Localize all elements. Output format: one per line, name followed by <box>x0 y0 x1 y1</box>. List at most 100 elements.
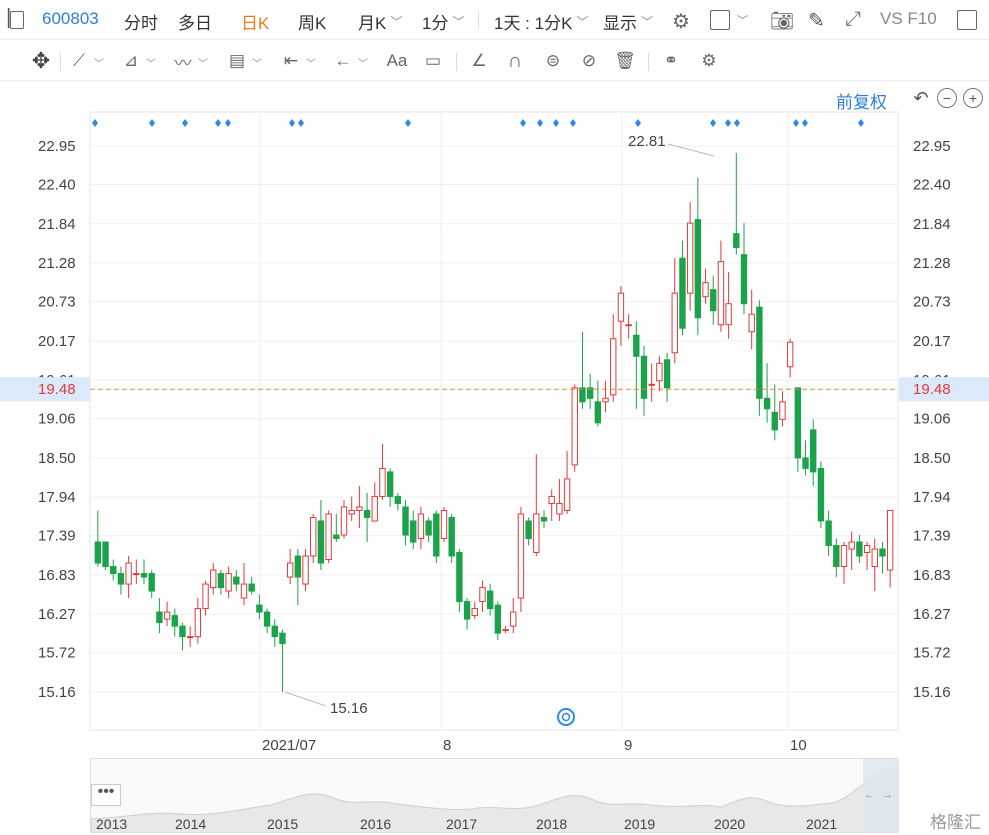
candle-body <box>710 289 717 312</box>
candle-body <box>486 590 494 610</box>
signal-marker <box>289 119 295 127</box>
more-menu-button[interactable]: ••• <box>91 784 121 806</box>
candle-body <box>517 513 525 599</box>
candle-body <box>602 397 609 403</box>
candle-body <box>610 338 617 396</box>
candle-body <box>756 306 763 399</box>
candle-body <box>463 601 471 620</box>
candle-body <box>125 562 132 585</box>
candle-body <box>325 513 332 561</box>
candle-body <box>694 219 702 319</box>
candle-body <box>779 401 786 420</box>
candle-body <box>556 502 563 515</box>
candle-body <box>425 520 432 536</box>
candle-body <box>825 520 832 547</box>
candle-body <box>579 387 586 403</box>
candle-body <box>333 534 340 540</box>
signal-marker <box>225 119 231 127</box>
price-tick-label: 15.72 <box>38 645 76 662</box>
candle-body <box>440 509 448 540</box>
candle-body <box>733 233 740 249</box>
signal-marker <box>537 119 543 127</box>
nav-year-label: 2020 <box>714 816 746 832</box>
candle-body <box>802 457 809 469</box>
candle-body <box>379 467 386 497</box>
candlestick-chart[interactable]: 22.9522.4021.8421.2820.7320.1719.6119.06… <box>0 0 989 760</box>
search-icon[interactable] <box>557 708 575 726</box>
candle-body <box>663 359 671 389</box>
signal-marker <box>298 119 304 127</box>
candle-body <box>394 495 402 504</box>
price-tick-label: 21.28 <box>38 255 76 272</box>
candle-body <box>717 261 725 326</box>
candle-body <box>617 292 625 322</box>
candle-body <box>117 573 125 585</box>
candle-body <box>679 257 686 329</box>
candle-body <box>456 552 463 603</box>
watermark-logo: 格隆汇 <box>930 813 981 832</box>
price-tick-label: 19.06 <box>38 411 76 428</box>
candle-body <box>840 545 848 568</box>
candle-body <box>310 516 317 557</box>
candle-body <box>525 520 532 540</box>
signal-marker <box>570 119 576 127</box>
price-tick-label: 15.16 <box>913 684 951 701</box>
candle-body <box>433 513 440 557</box>
nav-left-arrow-icon[interactable]: ← <box>864 789 875 801</box>
candle-body <box>702 282 709 298</box>
price-tick-label: 21.84 <box>38 216 76 233</box>
candle-body <box>317 520 325 564</box>
candle-body <box>279 632 286 645</box>
candle-body <box>348 509 355 515</box>
signal-marker <box>182 119 188 127</box>
search-icon-inner <box>561 712 571 722</box>
nav-year-label: 2018 <box>536 816 568 832</box>
candle-body <box>263 611 271 627</box>
candle-body <box>133 573 140 576</box>
candle-body <box>833 545 840 568</box>
candle-body <box>510 611 517 627</box>
price-tick-label: 22.95 <box>38 138 76 155</box>
candle-body <box>140 573 148 578</box>
candle-body <box>194 608 202 638</box>
candle-body <box>163 611 171 620</box>
current-price-label: 19.48 <box>913 381 951 398</box>
price-tick-label: 16.83 <box>913 567 951 584</box>
nav-year-label: 2013 <box>96 816 128 832</box>
signal-markers: 22.81 15.16 <box>92 119 864 717</box>
candle-body <box>202 583 209 610</box>
candle-body <box>171 615 178 627</box>
candle-body <box>725 303 732 326</box>
candle-body <box>286 562 294 578</box>
candle-body <box>856 541 863 557</box>
price-tick-label: 18.50 <box>913 450 951 467</box>
nav-year-label: 2019 <box>624 816 656 832</box>
signal-marker <box>149 119 155 127</box>
time-tick-label: 10 <box>790 737 807 754</box>
nav-year-label: 2016 <box>360 816 392 832</box>
price-tick-label: 16.27 <box>38 606 76 623</box>
candle-body <box>748 313 755 333</box>
candle-body <box>656 362 663 382</box>
candle-body <box>810 429 817 473</box>
candle-body <box>886 509 894 571</box>
signal-marker <box>553 119 559 127</box>
nav-year-label: 2015 <box>267 816 299 832</box>
range-navigator[interactable]: ← → <box>90 758 899 833</box>
candle-body <box>625 324 632 327</box>
time-tick-label: 2021/07 <box>262 737 316 754</box>
price-tick-label: 22.40 <box>913 177 951 194</box>
candle-body <box>210 569 217 589</box>
candle-body <box>410 520 417 543</box>
candle-body <box>340 506 348 536</box>
signal-marker <box>793 119 799 127</box>
nav-right-arrow-icon[interactable]: → <box>882 789 893 801</box>
navigator-sparkline <box>91 759 899 833</box>
candle-body <box>186 636 194 639</box>
candle-body <box>871 548 878 568</box>
candle-body <box>271 625 278 638</box>
candle-body <box>648 383 655 386</box>
candle-body <box>563 478 571 511</box>
candle-body <box>794 387 802 459</box>
price-axis-left: 22.9522.4021.8421.2820.7320.1719.6119.06… <box>0 138 90 701</box>
